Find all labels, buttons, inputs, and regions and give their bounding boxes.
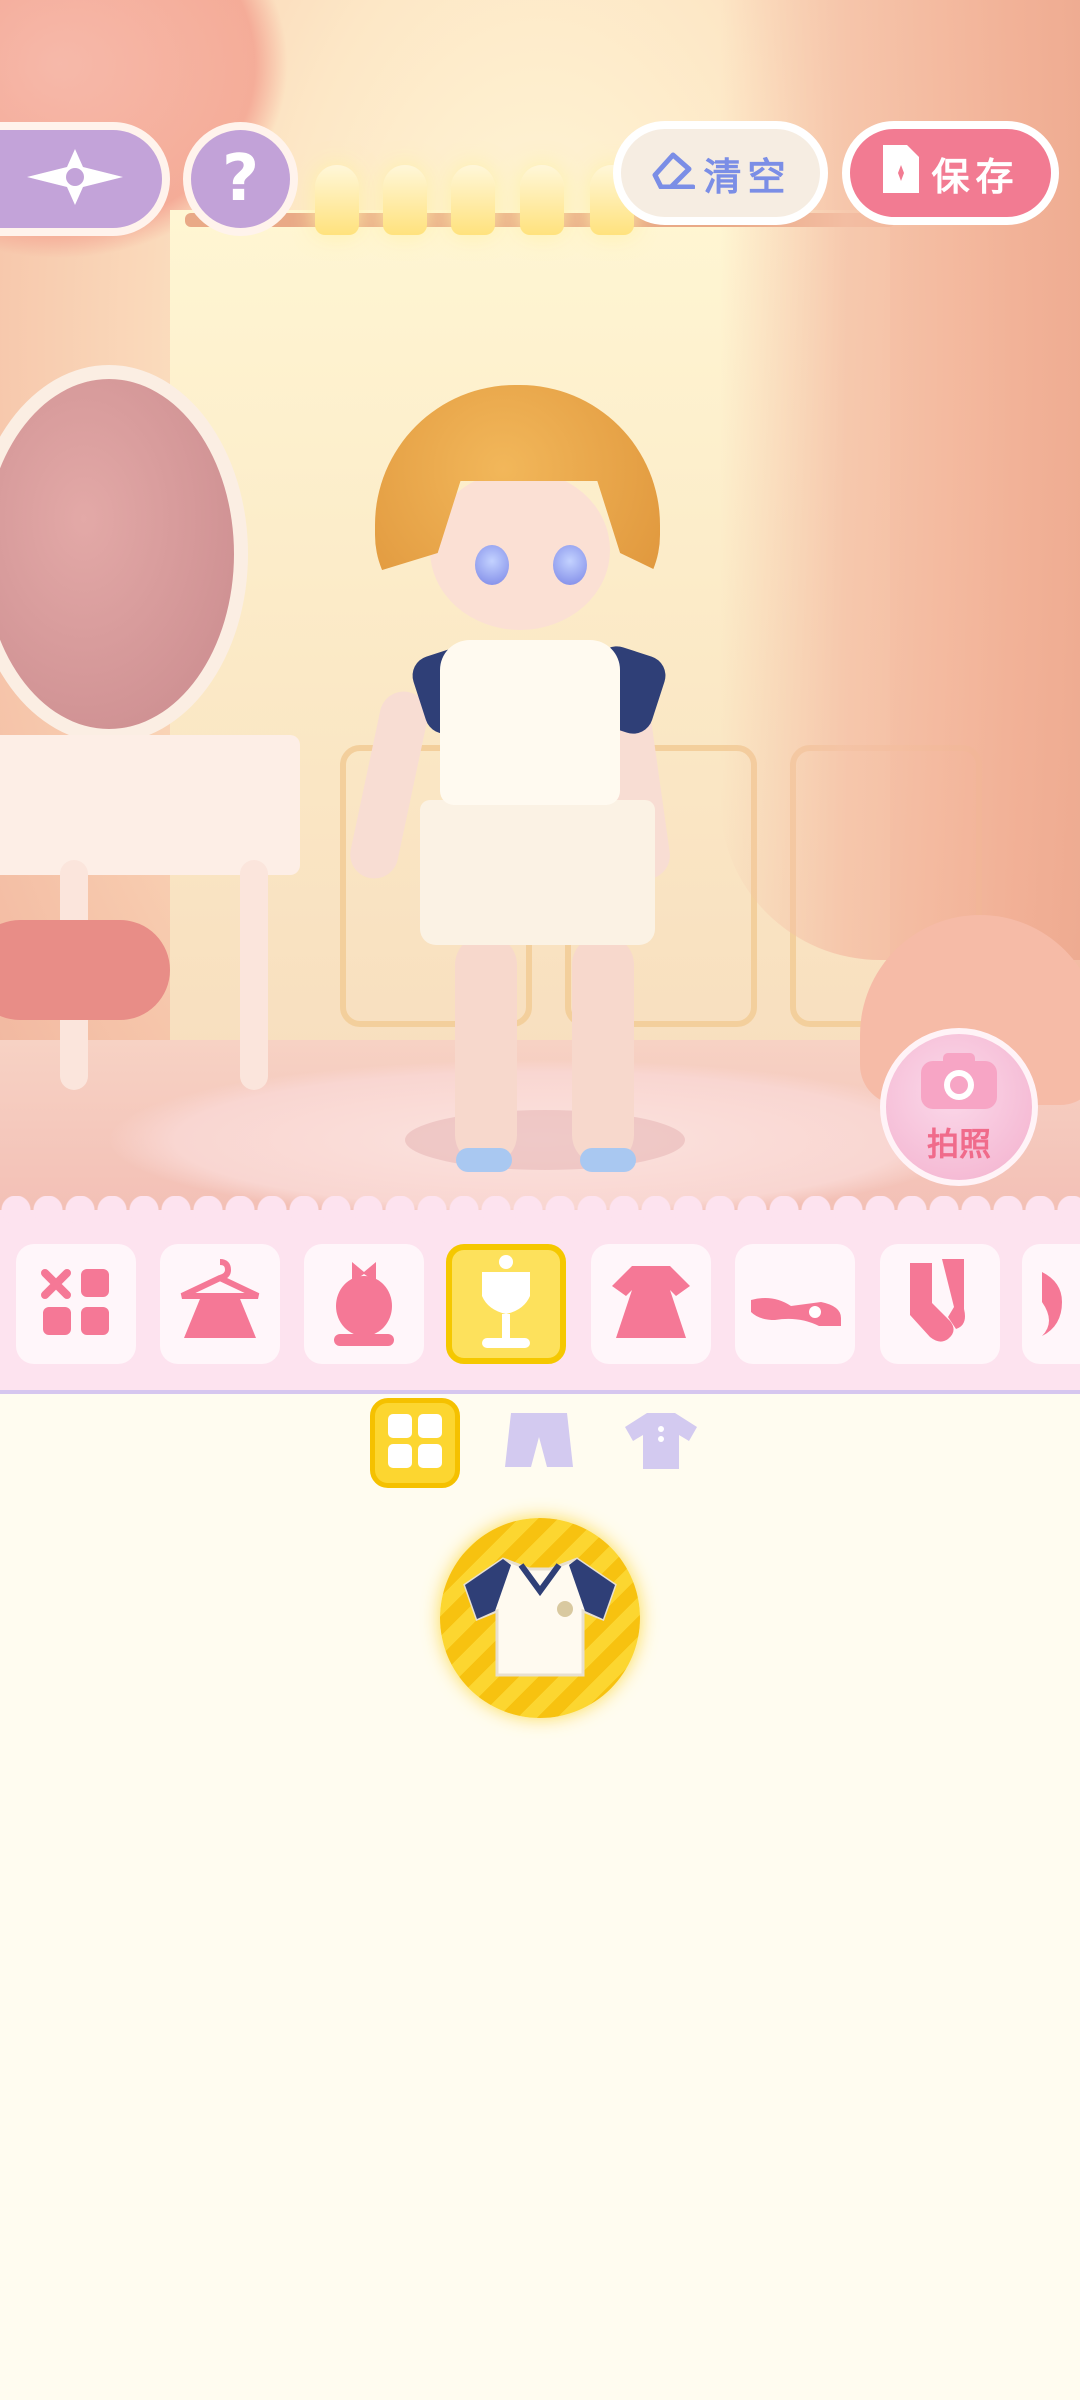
character-shorts xyxy=(420,800,655,945)
character-shadow xyxy=(405,1110,685,1170)
category-shoes[interactable] xyxy=(735,1244,855,1364)
category-hair[interactable] xyxy=(304,1244,424,1364)
category-more[interactable] xyxy=(1022,1244,1080,1364)
help-button[interactable]: ? xyxy=(183,122,298,236)
shirt-icon xyxy=(623,1411,699,1475)
photo-button[interactable]: 拍照 xyxy=(880,1028,1038,1186)
dress-icon xyxy=(606,1262,696,1346)
socks-icon xyxy=(900,1257,980,1351)
camera-icon xyxy=(917,1049,1001,1119)
vanity-leg xyxy=(240,860,268,1090)
shoe-icon xyxy=(745,1272,845,1336)
save-button[interactable]: 保存 xyxy=(842,121,1059,225)
ornament-back-icon xyxy=(23,147,127,211)
ceiling-lamp xyxy=(383,165,427,235)
ceiling-lamp xyxy=(451,165,495,235)
photo-label: 拍照 xyxy=(926,1125,991,1163)
save-label: 保存 xyxy=(931,154,1020,199)
shirt-item-icon xyxy=(455,1551,625,1685)
character-eye xyxy=(475,545,509,585)
head-bow-icon xyxy=(324,1254,404,1354)
character-leg xyxy=(455,935,517,1165)
shorts-icon xyxy=(503,1409,575,1477)
character-shoe xyxy=(580,1148,636,1172)
grid-icon xyxy=(386,1412,444,1474)
subtab-tops[interactable] xyxy=(616,1398,706,1488)
help-label: ? xyxy=(221,142,260,216)
mannequin-icon xyxy=(468,1252,544,1356)
back-button[interactable] xyxy=(0,122,170,236)
character-shoe xyxy=(456,1148,512,1172)
character-leg xyxy=(572,935,634,1165)
subtab-bottoms[interactable] xyxy=(494,1398,584,1488)
vanity-table xyxy=(0,735,300,875)
clear-label: 清空 xyxy=(703,154,792,199)
stool xyxy=(0,920,170,1020)
subtab-all[interactable] xyxy=(370,1398,460,1488)
hanger-dress-icon xyxy=(172,1256,268,1352)
category-tops-bottoms[interactable] xyxy=(446,1244,566,1364)
character-face xyxy=(430,470,610,630)
eraser-icon xyxy=(649,149,696,198)
scallop-edge xyxy=(0,1196,1080,1224)
character-shirt xyxy=(440,640,620,805)
category-outfit-set[interactable] xyxy=(160,1244,280,1364)
category-all[interactable] xyxy=(16,1244,136,1364)
item-white-sport-shirt[interactable] xyxy=(440,1518,640,1718)
category-socks[interactable] xyxy=(880,1244,1000,1364)
ceiling-lamp xyxy=(315,165,359,235)
ceiling-lamp xyxy=(520,165,564,235)
document-icon xyxy=(881,143,921,204)
grid-all-icon xyxy=(39,1265,113,1343)
character-eye xyxy=(553,545,587,585)
category-bar xyxy=(0,1196,1080,1394)
category-dress[interactable] xyxy=(591,1244,711,1364)
clear-button[interactable]: 清空 xyxy=(613,121,828,225)
accessory-icon xyxy=(1022,1262,1080,1346)
